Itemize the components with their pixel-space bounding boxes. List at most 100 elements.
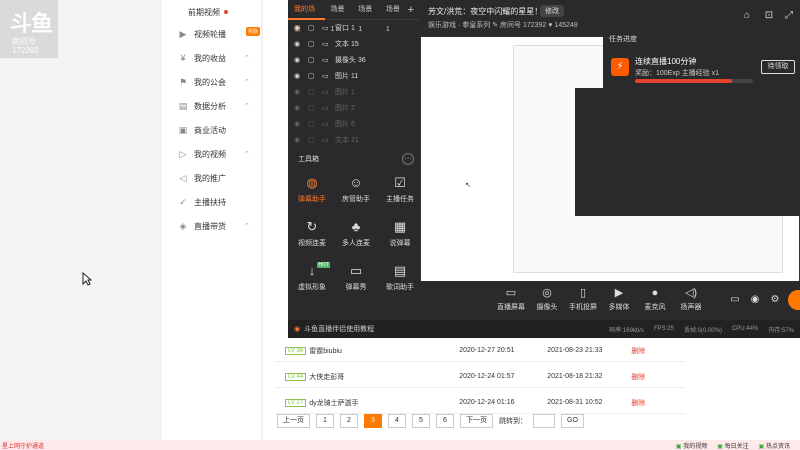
eye-icon[interactable]: ◉ — [294, 104, 304, 112]
eye-icon[interactable]: ◉ — [294, 136, 304, 144]
multi-icon: ♣ — [351, 219, 361, 234]
sidebar-item-label: 我的视频 — [194, 149, 226, 159]
eye-icon[interactable]: ◉ — [294, 56, 304, 64]
edit-title-button[interactable]: 修改 — [540, 5, 564, 17]
sidebar-item-8[interactable]: ◈ 直播带货 ⌃ — [162, 216, 262, 236]
status-daily-follow[interactable]: 每日关注 — [717, 441, 749, 450]
tool-link[interactable]: ↻ 视频连麦 — [290, 216, 334, 256]
lock-icon[interactable]: ▢ — [308, 40, 318, 48]
chevron-down-icon[interactable]: ⌃ — [244, 54, 250, 62]
group-icon: ⚑ — [178, 77, 188, 87]
status-my-video[interactable]: 我的视频 — [676, 441, 707, 450]
scene-tabs: 我的场景 场景1 场景1 场景1 + — [288, 0, 420, 33]
mic-button[interactable]: ● 麦克风 — [638, 284, 672, 312]
lock-icon[interactable]: ▢ — [308, 56, 318, 64]
lock-icon[interactable]: ▢ — [308, 104, 318, 112]
edit-icon[interactable]: ✎ — [492, 22, 500, 29]
source-item[interactable]: ◉ ▢ ▭ 窗口 1 — [288, 20, 420, 36]
record-icon[interactable]: ▭ — [728, 294, 742, 308]
status-left-text[interactable]: 星上网守护通道 — [2, 441, 44, 450]
source-item[interactable]: ◉ ▢ ▭ 文本 15 — [288, 36, 420, 52]
chevron-down-icon[interactable]: ⌃ — [244, 102, 250, 110]
tool-multi[interactable]: ♣ 多人连麦 — [334, 216, 378, 256]
next-page-button[interactable]: 下一页 — [460, 414, 493, 428]
tab-scene-3[interactable]: 场景1 — [380, 0, 408, 33]
tool-avatar[interactable]: ↓ 虚拟形象 HOT — [290, 260, 334, 300]
sidebar-item-7[interactable]: ✓ 主播扶持 — [162, 192, 262, 212]
speak-icon: ▦ — [393, 219, 407, 234]
delete-link[interactable]: 删除 — [631, 372, 645, 382]
claim-button[interactable]: 待领取 — [761, 60, 795, 74]
page-4-button[interactable]: 4 — [388, 414, 406, 428]
tool-label: 多人连麦 — [342, 240, 370, 247]
page-1-button[interactable]: 1 — [316, 414, 334, 428]
sidebar-item-6[interactable]: ◁ 我的推广 — [162, 168, 262, 188]
phone-button[interactable]: ▯ 手机投屏 — [566, 284, 600, 312]
page-2-button[interactable]: 2 — [340, 414, 358, 428]
lock-icon[interactable]: ▢ — [308, 120, 318, 128]
tool-danmaku[interactable]: ◍ 弹幕助手 — [290, 172, 334, 212]
source-item[interactable]: ◉ ▢ ▭ 图片 1 — [288, 84, 420, 100]
more-icon[interactable]: ··· — [402, 153, 414, 165]
sidebar-item-1[interactable]: ¥ 我的收益 ⌃ — [162, 48, 262, 68]
sidebar-item-top[interactable]: 前期视频 — [162, 2, 262, 22]
chevron-down-icon[interactable]: ⌃ — [244, 78, 250, 86]
tab-scene-1[interactable]: 场景1 — [325, 0, 353, 33]
add-scene-icon[interactable]: + — [408, 4, 414, 16]
lock-icon[interactable]: ▢ — [308, 136, 318, 144]
tool-task[interactable]: ☑ 主播任务 — [378, 172, 422, 212]
eye-icon[interactable]: ◉ — [294, 88, 304, 96]
media-button[interactable]: ▶ 多媒体 — [602, 284, 636, 312]
lock-icon[interactable]: ⊡ — [762, 10, 776, 24]
eye-icon[interactable]: ◉ — [294, 72, 304, 80]
tool-tv[interactable]: ▭ 弹幕秀 — [334, 260, 378, 300]
source-item[interactable]: ◉ ▢ ▭ 图片 6 — [288, 116, 420, 132]
screen-button[interactable]: ▭ 直播屏幕 — [494, 284, 528, 312]
eye-icon[interactable]: ◉ — [294, 24, 304, 32]
source-item[interactable]: ◉ ▢ ▭ 图片 2 — [288, 100, 420, 116]
delete-link[interactable]: 删除 — [631, 398, 645, 408]
tool-lyric[interactable]: ▤ 歌词助手 — [378, 260, 422, 300]
camera-button[interactable]: ◎ 摄像头 — [530, 284, 564, 312]
lock-icon[interactable]: ▢ — [308, 72, 318, 80]
page-3-button[interactable]: 3 — [364, 414, 382, 428]
start-stream-button[interactable] — [788, 290, 800, 310]
eye-icon[interactable]: ◉ — [294, 120, 304, 128]
prev-page-button[interactable]: 上一页 — [277, 414, 310, 428]
settings-icon[interactable]: ⚙ — [768, 294, 782, 308]
lock-icon[interactable]: ▢ — [308, 88, 318, 96]
preview-eye-icon[interactable]: ◉ — [748, 294, 762, 308]
speaker-button[interactable]: ◁) 扬声器 — [674, 284, 708, 312]
status-hot-news[interactable]: 热点资讯 — [759, 441, 790, 450]
sidebar-item-label: 商业活动 — [194, 125, 226, 135]
chevron-down-icon[interactable]: ⌃ — [244, 222, 250, 230]
source-item[interactable]: ◉ ▢ ▭ 文本 21 — [288, 132, 420, 148]
sidebar-item-5[interactable]: ▷ 我的视频 ⌃ — [162, 144, 262, 164]
gift-icon[interactable]: ⌂ — [740, 10, 754, 24]
tool-admin[interactable]: ☺ 房管助手 — [334, 172, 378, 212]
lock-icon[interactable]: ▢ — [308, 24, 318, 32]
eye-icon[interactable]: ◉ — [294, 40, 304, 48]
go-button[interactable]: GO — [561, 414, 584, 428]
stream-category[interactable]: 娱乐游戏 · 拳皇系列 — [428, 22, 490, 29]
page-6-button[interactable]: 6 — [436, 414, 454, 428]
sidebar-item-3[interactable]: ▤ 数据分析 ⌃ — [162, 96, 262, 116]
jump-page-input[interactable] — [533, 414, 555, 428]
stat-fps: FPS:25 — [653, 326, 674, 332]
task-name: 连续直播100分钟 — [635, 57, 697, 66]
tab-scene-mine[interactable]: 我的场景 — [288, 0, 325, 33]
tab-scene-2[interactable]: 场景1 — [352, 0, 380, 33]
film-icon: ▶ — [179, 29, 187, 39]
fullscreen-icon[interactable]: ⤢ — [782, 10, 796, 24]
flash-icon: ⚡ — [611, 58, 629, 76]
chevron-down-icon[interactable]: ⌃ — [244, 150, 250, 158]
media-icon: ▶ — [614, 287, 624, 299]
page-5-button[interactable]: 5 — [412, 414, 430, 428]
sidebar-item-4[interactable]: ▣ 商业活动 — [162, 120, 262, 140]
tool-speak[interactable]: ▦ 说弹幕 — [378, 216, 422, 256]
delete-link[interactable]: 删除 — [631, 346, 645, 356]
sidebar-item-2[interactable]: ⚑ 我的公会 ⌃ — [162, 72, 262, 92]
source-item[interactable]: ◉ ▢ ▭ 摄像头 36 — [288, 52, 420, 68]
tool-label: 房管助手 — [342, 196, 370, 203]
source-item[interactable]: ◉ ▢ ▭ 图片 11 — [288, 68, 420, 84]
